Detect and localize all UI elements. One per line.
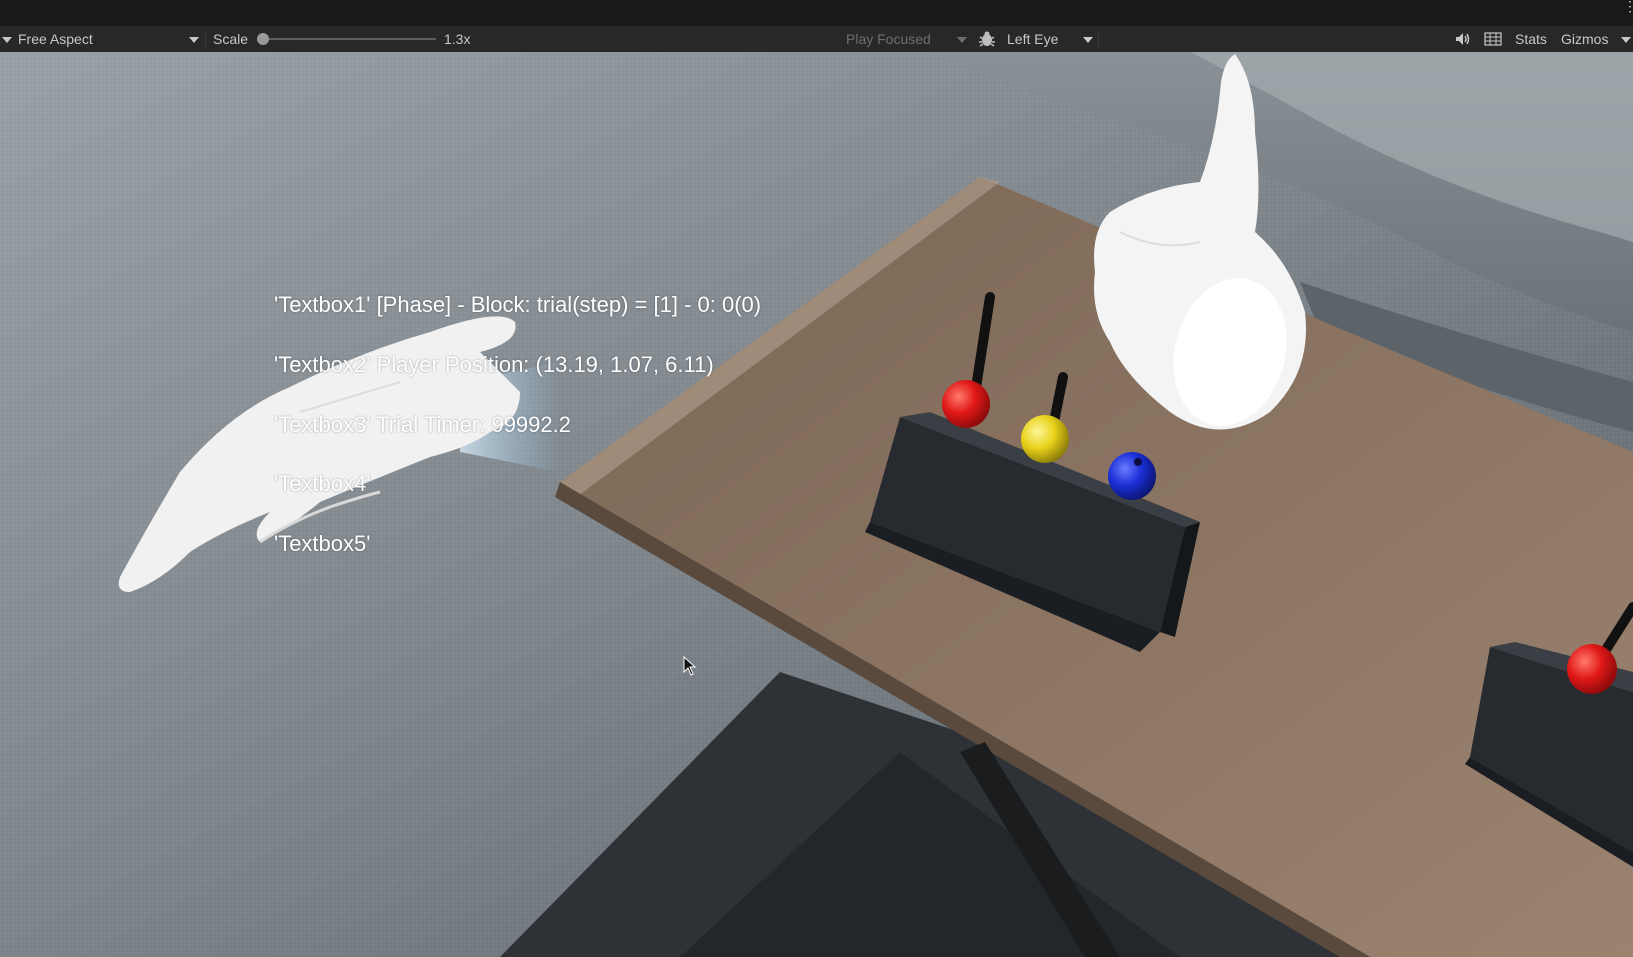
gizmos-dropdown-arrow-icon[interactable] xyxy=(1621,26,1631,52)
toolbar-separator xyxy=(205,30,206,48)
hud-textbox4: 'Textbox4' xyxy=(274,471,371,496)
aspect-dropdown[interactable]: Free Aspect xyxy=(18,26,93,52)
toolbar-separator xyxy=(1098,30,1099,48)
hud-textbox2: 'Textbox2' Player Position: (13.19, 1.07… xyxy=(274,352,714,377)
speaker-icon[interactable] xyxy=(1455,26,1471,52)
hud-textbox3: 'Textbox3' Trial Timer: 99992.2 xyxy=(274,412,571,437)
game-viewport[interactable]: 'Textbox1' [Phase] - Block: trial(step) … xyxy=(0,52,1633,957)
game-view-toolbar: Free Aspect Scale 1.3x Play Focused Left… xyxy=(0,26,1633,53)
hud-textbox1: 'Textbox1' [Phase] - Block: trial(step) … xyxy=(274,292,762,317)
play-mode-dropdown[interactable]: Play Focused xyxy=(846,26,931,52)
scale-value: 1.3x xyxy=(444,31,471,47)
blue-ball xyxy=(1108,452,1156,500)
play-mode-dropdown-arrow-icon[interactable] xyxy=(957,26,967,52)
play-mode-label: Play Focused xyxy=(846,31,931,47)
eye-dropdown[interactable]: Left Eye xyxy=(1007,26,1058,52)
window-title-bar: ⋮ xyxy=(0,0,1633,26)
yellow-ball xyxy=(1021,415,1069,463)
eye-dropdown-arrow-icon[interactable] xyxy=(1083,26,1093,52)
bug-icon[interactable] xyxy=(978,26,996,52)
kebab-menu-icon[interactable]: ⋮ xyxy=(1623,0,1633,13)
scale-slider-track[interactable] xyxy=(262,38,436,40)
grid-icon[interactable] xyxy=(1484,26,1502,52)
eye-label: Left Eye xyxy=(1007,31,1059,47)
mouse-cursor-icon xyxy=(683,656,697,676)
aspect-dropdown-arrow-icon[interactable] xyxy=(189,26,199,52)
scale-slider-handle[interactable] xyxy=(257,33,269,45)
toolbar-left-arrow-icon[interactable] xyxy=(2,26,12,52)
red-ball xyxy=(942,380,990,428)
scale-label: Scale xyxy=(213,31,249,47)
hud-textbox5: 'Textbox5' xyxy=(274,531,371,556)
stats-button[interactable]: Stats xyxy=(1515,26,1547,52)
gizmos-button[interactable]: Gizmos xyxy=(1561,26,1608,52)
aspect-label: Free Aspect xyxy=(18,31,93,47)
scene-render xyxy=(0,52,1633,957)
